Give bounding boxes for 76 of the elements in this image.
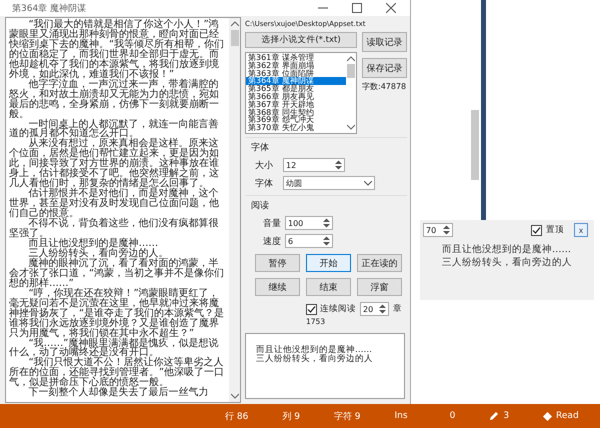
number-spinner[interactable]: 70 [423,223,453,237]
spinner-arrows-icon [443,225,450,235]
chapter-item[interactable]: 第368章 同生契约 [246,108,346,116]
spinner-arrows-icon [323,236,330,246]
group-title: 字体 [251,142,270,154]
read-control-button[interactable]: 继续 [255,278,300,296]
chapter-item[interactable]: 第365章 都是朋友 [246,85,346,93]
checkbox[interactable] [531,224,542,236]
paragraph: 三人纷纷转头，看向旁边的人。 [28,248,169,259]
status-item: 字符 9 [334,410,361,422]
speed-label: 速度 [263,236,281,248]
spinner-arrows-icon [323,218,330,228]
scrollbar-thumb[interactable] [347,64,355,78]
editor-scrollbar[interactable] [471,110,479,180]
continuous-read-label: 连续阅读 [320,303,356,315]
chapter-item[interactable]: 第369章 怨气冲天 [246,116,346,124]
chapter-item[interactable]: 第361章 谋杀管理 [246,54,346,62]
paragraph: 魔神的眼神沉了沉，看了看对面的鸿蒙，半会才张了张口道，“鸿蒙，当初之事并不是像你们想的那样……” [9,258,226,289]
status-item: Ins [394,411,408,421]
status-item: 行 86 [225,410,248,422]
paragraph: “哼，你现在还在狡辩！”鸿蒙眼睛更红了，毫无疑问若不是沉萤在这里，他早就冲过来将魔神挫骨扬灰了，“是谁夺走了我们的本源紫气？是谁将我们永远放逐到境外境？又是谁创造了魔界只为用魔气，将我们锁在其中永不超生？” [9,288,226,338]
caret-icon [364,180,372,186]
float-text-line: 而且让他没想到的是魔神…… [441,243,572,256]
font-dropdown[interactable]: 幼圆 [283,176,375,190]
read-control-button[interactable]: 开始 [306,254,351,272]
record-button[interactable]: 读取记录 [362,32,407,52]
spinner-arrows-icon [335,160,342,170]
chapter-item[interactable]: 第366章 朋友再见 [246,92,346,101]
scroll-down-icon[interactable] [230,393,238,399]
chapter-item[interactable]: 第367章 开天辟地 [246,100,346,109]
reading-line: 而且让他没想到的是魔神…… [256,346,373,355]
choose-file-button[interactable]: 选择小说文件(*.txt) [245,32,357,48]
volume-label: 音量 [263,218,281,230]
chapter-count-spinner[interactable]: 20 [360,302,389,316]
volume-spinner[interactable]: 100 [285,216,333,230]
speed-spinner[interactable]: 6 [285,234,333,248]
read-control-button[interactable]: 暂停 [255,254,300,272]
read-control-button[interactable]: 浮窗 [357,278,402,296]
close-button[interactable]: x [574,223,588,237]
pencil-icon [489,411,500,421]
paragraph: 他字字泣血，一声沉过来一声，带着满腔的怒火，和对故土崩溃却又无能为力的悲愤，宛如最后的悲鸣，全身紧崩，仿佛下一刻就要崩断一般。 [9,80,220,120]
float-text-line: 三人纷纷转头，看向旁边的人 [441,256,573,269]
chapter-unit-label: 章 [393,303,402,315]
chapter-item[interactable]: 第364章 魔神阴谋 [246,77,346,86]
read-control-button[interactable]: 正在读的 [357,254,402,272]
record-button[interactable]: 保存记录 [362,58,407,78]
reading-line: 三人纷纷转头，看向旁边的人 [256,355,374,364]
paragraph: 而且让他没想到的是魔神…… [28,238,160,249]
checkbox[interactable] [306,304,317,314]
novel-text-area[interactable] [5,17,241,403]
read-status: Read [556,411,579,421]
scrollbar-thumb[interactable] [230,30,238,46]
chapter-item[interactable]: 第370章 失忆小鬼 [246,124,346,132]
scroll-up-icon[interactable] [347,56,355,62]
chapter-item[interactable]: 第362章 界面崩塌 [246,62,346,70]
size-label: 大小 [255,160,273,172]
status-item: 列 9 [282,410,300,422]
edit-count: 3 [503,411,510,421]
paragraph: 不得不说，背负着这些，他们没有疯都算很坚强了。 [9,219,220,239]
close-icon[interactable] [386,3,396,13]
paragraph: “我们最大的错就是相信了你这个小人！”鸿蒙眼里又涌现出那种刻骨的恨意，瞪向对面已经快缩到桌下去的魔神。“我等倾尽所有相帮，你们的位面稳定了，而我们世界却全部归于虚无。而他却趁机夺了我们的本源紫气，将我们放逐到境外境，如此深仇，难道我们不该报！” [9,20,226,80]
spinner-arrows-icon [379,304,386,314]
pin-label: 置顶 [546,224,564,236]
font-label: 字体 [255,178,273,190]
chapter-item[interactable]: 第363章 位面陷阱 [246,70,346,78]
scroll-down-icon[interactable] [347,124,355,130]
word-count: 字数:47878 [362,81,407,92]
error-count: 0 [450,411,456,421]
scroll-up-icon[interactable] [230,21,238,27]
paragraph: 下一刻整个人却像是失去了最后一丝气力 [28,388,210,398]
group-title: 阅读 [251,200,270,212]
window-title: 第364章 魔神阴谋 [12,2,86,14]
read-control-button[interactable]: 结束 [306,278,351,296]
diamond-icon [543,412,552,420]
size-spinner[interactable]: 12 [283,158,345,172]
maximize-icon[interactable] [352,3,362,13]
